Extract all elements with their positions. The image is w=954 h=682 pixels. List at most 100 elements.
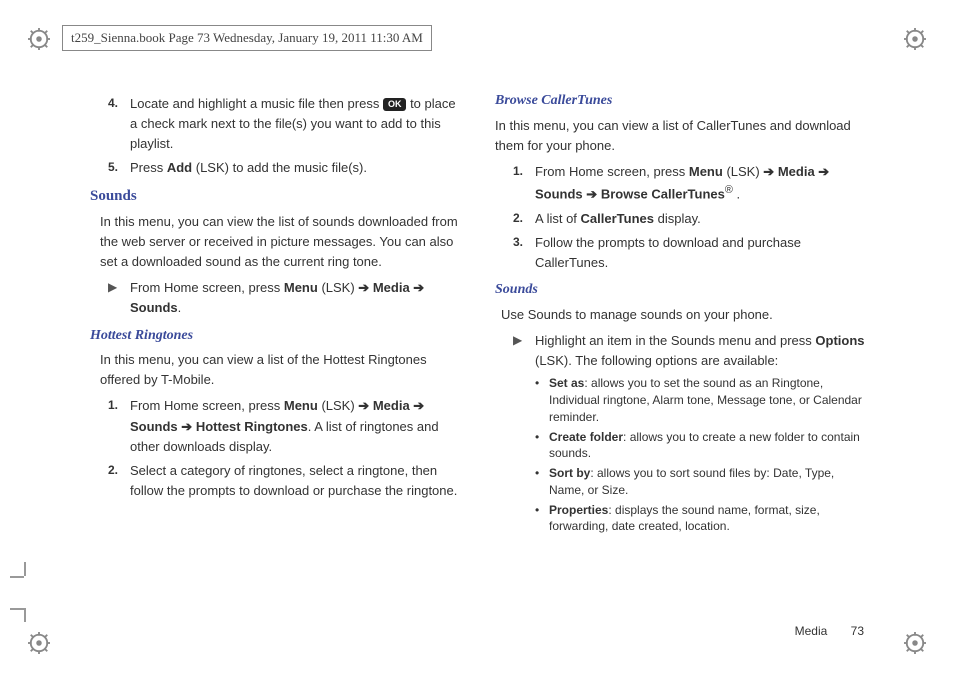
arrow-icon: ➔ xyxy=(181,419,192,434)
text: Locate and highlight a music file then p… xyxy=(130,96,383,111)
text-bold: Sounds xyxy=(535,186,583,201)
page-footer: Media 73 xyxy=(795,624,864,638)
gear-icon xyxy=(904,632,926,654)
list-number: 2. xyxy=(513,209,535,229)
arrow-icon: ➔ xyxy=(358,280,369,295)
text-bold: Media xyxy=(373,398,410,413)
list-number: 1. xyxy=(513,162,535,205)
list-item: 5. Press Add (LSK) to add the music file… xyxy=(108,158,465,178)
text-bold: CallerTunes xyxy=(581,211,654,226)
list-body: From Home screen, press Menu (LSK) ➔ Med… xyxy=(130,396,465,456)
paragraph: In this menu, you can view a list of the… xyxy=(100,350,465,390)
bullet-body: Properties: displays the sound name, for… xyxy=(549,502,870,536)
paragraph: Use Sounds to manage sounds on your phon… xyxy=(501,305,870,325)
list-number: 3. xyxy=(513,233,535,273)
bullet-icon: • xyxy=(535,375,549,425)
heading-sounds: Sounds xyxy=(90,185,465,208)
left-column: 4. Locate and highlight a music file the… xyxy=(90,90,465,538)
list-body: Follow the prompts to download and purch… xyxy=(535,233,870,273)
arrow-icon: ➔ xyxy=(586,186,597,201)
list-body: Locate and highlight a music file then p… xyxy=(130,94,465,154)
list-item: ▶ Highlight an item in the Sounds menu a… xyxy=(513,331,870,371)
list-item: 1. From Home screen, press Menu (LSK) ➔ … xyxy=(108,396,465,456)
bullet-item: • Properties: displays the sound name, f… xyxy=(535,502,870,536)
text-bold: Sounds xyxy=(130,419,178,434)
footer-page: 73 xyxy=(851,624,864,638)
text-bold: Properties xyxy=(549,503,608,517)
list-number: 5. xyxy=(108,158,130,178)
text: (LSK) xyxy=(723,164,763,179)
list-body: Press Add (LSK) to add the music file(s)… xyxy=(130,158,465,178)
paragraph: In this menu, you can view a list of Cal… xyxy=(495,116,870,156)
triangle-icon: ▶ xyxy=(108,278,130,318)
text: (LSK) to add the music file(s). xyxy=(192,160,367,175)
bullet-item: • Sort by: allows you to sort sound file… xyxy=(535,465,870,499)
list-item: 4. Locate and highlight a music file the… xyxy=(108,94,465,154)
triangle-icon: ▶ xyxy=(513,331,535,371)
bullet-icon: • xyxy=(535,502,549,536)
text: Press xyxy=(130,160,167,175)
page-body: 4. Locate and highlight a music file the… xyxy=(90,90,870,538)
arrow-icon: ➔ xyxy=(413,398,424,413)
list-item: 3. Follow the prompts to download and pu… xyxy=(513,233,870,273)
list-item: 1. From Home screen, press Menu (LSK) ➔ … xyxy=(513,162,870,205)
text: From Home screen, press xyxy=(535,164,689,179)
list-body: Select a category of ringtones, select a… xyxy=(130,461,465,501)
gear-icon xyxy=(904,28,926,50)
arrow-icon: ➔ xyxy=(358,398,369,413)
paragraph: In this menu, you can view the list of s… xyxy=(100,212,465,272)
text-bold: Menu xyxy=(284,280,318,295)
gear-icon xyxy=(28,632,50,654)
registered-icon: ® xyxy=(725,184,733,196)
text: A list of xyxy=(535,211,581,226)
text-bold: Add xyxy=(167,160,192,175)
text: (LSK) xyxy=(318,280,358,295)
heading-sounds-2: Sounds xyxy=(495,279,870,301)
heading-browse-callertunes: Browse CallerTunes xyxy=(495,90,870,112)
page-header: t259_Sienna.book Page 73 Wednesday, Janu… xyxy=(62,25,432,51)
text: . xyxy=(733,186,740,201)
bullet-icon: • xyxy=(535,465,549,499)
list-item: 2. Select a category of ringtones, selec… xyxy=(108,461,465,501)
text-bold: Sort by xyxy=(549,466,590,480)
list-body: Highlight an item in the Sounds menu and… xyxy=(535,331,870,371)
text-bold: Menu xyxy=(284,398,318,413)
text-bold: Media xyxy=(373,280,410,295)
list-number: 1. xyxy=(108,396,130,456)
text: Highlight an item in the Sounds menu and… xyxy=(535,333,815,348)
text-bold: Media xyxy=(778,164,815,179)
bullet-body: Sort by: allows you to sort sound files … xyxy=(549,465,870,499)
text-bold: Set as xyxy=(549,376,584,390)
list-item: 2. A list of CallerTunes display. xyxy=(513,209,870,229)
text: display. xyxy=(654,211,701,226)
text: . xyxy=(178,300,182,315)
text-bold: Create folder xyxy=(549,430,623,444)
text-bold: Hottest Ringtones xyxy=(196,419,308,434)
bullet-body: Set as: allows you to set the sound as a… xyxy=(549,375,870,425)
text: From Home screen, press xyxy=(130,280,284,295)
bullet-body: Create folder: allows you to create a ne… xyxy=(549,429,870,463)
list-number: 4. xyxy=(108,94,130,154)
footer-label: Media xyxy=(795,624,828,638)
bullet-item: • Create folder: allows you to create a … xyxy=(535,429,870,463)
arrow-icon: ➔ xyxy=(763,164,774,179)
list-body: A list of CallerTunes display. xyxy=(535,209,870,229)
text-bold: Menu xyxy=(689,164,723,179)
list-item: ▶ From Home screen, press Menu (LSK) ➔ M… xyxy=(108,278,465,318)
crop-mark-icon xyxy=(10,576,30,596)
arrow-icon: ➔ xyxy=(818,164,829,179)
list-body: From Home screen, press Menu (LSK) ➔ Med… xyxy=(130,278,465,318)
text-bold: Options xyxy=(815,333,864,348)
text: From Home screen, press xyxy=(130,398,284,413)
arrow-icon: ➔ xyxy=(413,280,424,295)
bullet-item: • Set as: allows you to set the sound as… xyxy=(535,375,870,425)
text: (LSK) xyxy=(318,398,358,413)
list-number: 2. xyxy=(108,461,130,501)
right-column: Browse CallerTunes In this menu, you can… xyxy=(495,90,870,538)
text-bold: Sounds xyxy=(130,300,178,315)
gear-icon xyxy=(28,28,50,50)
heading-hottest-ringtones: Hottest Ringtones xyxy=(90,325,465,347)
text-bold: Browse CallerTunes xyxy=(601,186,725,201)
text: (LSK). The following options are availab… xyxy=(535,353,778,368)
bullet-icon: • xyxy=(535,429,549,463)
